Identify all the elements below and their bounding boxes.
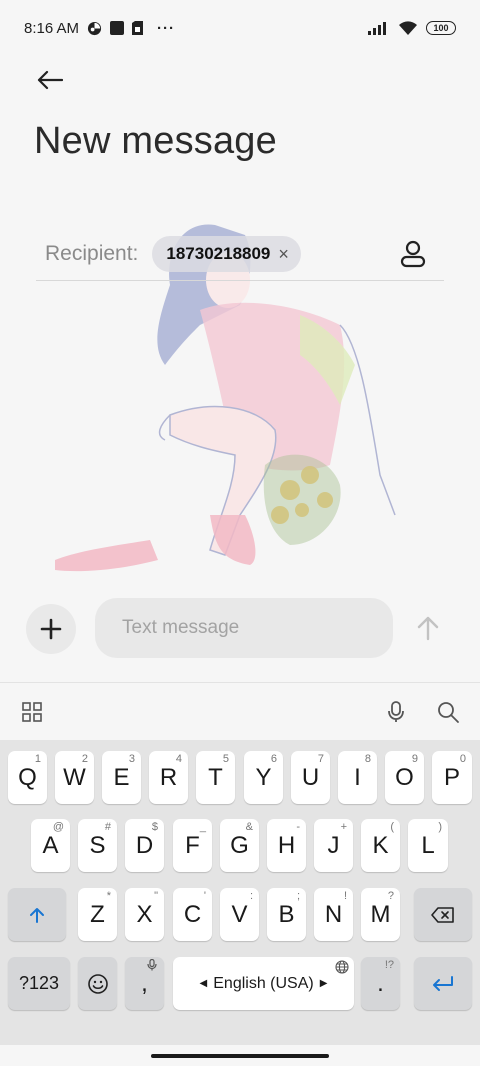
attach-button[interactable] — [26, 604, 76, 654]
compose-bar — [0, 596, 480, 662]
square-notification-icon — [110, 21, 125, 35]
arrow-left-icon — [37, 70, 63, 90]
text-message-input[interactable] — [95, 598, 393, 658]
key-g[interactable]: G & — [220, 819, 259, 872]
key-p[interactable]: P0 — [432, 751, 472, 804]
key-m[interactable]: M? — [361, 888, 400, 941]
send-button[interactable] — [410, 610, 446, 646]
key-n[interactable]: N! — [314, 888, 353, 941]
recipient-chip[interactable]: 18730218809 × — [152, 236, 301, 272]
keyboard-toolbar — [0, 682, 480, 740]
emoji-key[interactable] — [78, 957, 117, 1010]
battery-icon: 100 — [426, 21, 456, 35]
key-l[interactable]: L) — [408, 819, 448, 872]
key-w[interactable]: W2 — [55, 751, 94, 804]
key-i[interactable]: I8 — [338, 751, 377, 804]
key-f[interactable]: F _ — [173, 819, 212, 872]
keyboard: Q1 W2 E3 R4 T5 Y6 U7 I8 O9 P0 A @ S # D $ F… — [0, 740, 480, 1045]
key-h[interactable]: H- — [267, 819, 306, 872]
key-q[interactable]: Q1 — [8, 751, 47, 804]
select-contact-button[interactable] — [398, 239, 428, 269]
grid-icon — [22, 702, 42, 722]
key-s[interactable]: S # — [78, 819, 117, 872]
key-y[interactable]: Y6 — [244, 751, 283, 804]
key-o[interactable]: O9 — [385, 751, 424, 804]
smiley-icon — [87, 973, 108, 994]
key-z[interactable]: Z * — [78, 888, 117, 941]
more-notifications-indicator: ··· — [157, 19, 176, 37]
keyboard-menu-button[interactable] — [17, 697, 47, 727]
sim-card-icon — [132, 21, 144, 35]
key-r[interactable]: R4 — [149, 751, 188, 804]
space-key[interactable]: ◀ English (USA) ▶ — [173, 957, 354, 1010]
key-u[interactable]: U7 — [291, 751, 330, 804]
search-icon — [438, 702, 459, 723]
backspace-key[interactable] — [414, 888, 472, 941]
language-prev-icon: ◀ — [199, 978, 208, 989]
recipient-row: Recipient: 18730218809 × — [36, 228, 444, 281]
symbols-key[interactable]: ?123 — [8, 957, 70, 1010]
comma-key[interactable]: , — [125, 957, 164, 1010]
voice-input-button[interactable] — [381, 697, 411, 727]
recipient-label: Recipient: — [45, 242, 139, 265]
navigation-bar — [0, 1045, 480, 1066]
key-a[interactable]: A @ — [31, 819, 70, 872]
keyboard-search-button[interactable] — [433, 697, 463, 727]
page-title: New message — [34, 120, 277, 162]
status-bar: 8:16 AM ··· 100 — [0, 0, 480, 56]
mic-hint-icon — [147, 958, 157, 974]
key-e[interactable]: E3 — [102, 751, 141, 804]
language-next-icon: ▶ — [319, 978, 328, 989]
wifi-icon — [398, 20, 418, 36]
person-icon — [400, 240, 426, 268]
key-v[interactable]: V: — [220, 888, 259, 941]
microphone-icon — [388, 701, 404, 722]
home-indicator[interactable] — [151, 1054, 329, 1058]
shift-icon — [30, 907, 44, 923]
shift-key[interactable] — [8, 888, 66, 941]
backspace-icon — [431, 906, 454, 923]
status-time: 8:16 AM — [24, 19, 80, 37]
key-d[interactable]: D $ — [125, 819, 164, 872]
arrow-up-icon — [417, 616, 439, 641]
signal-icon — [368, 21, 390, 35]
globe-icon — [335, 960, 349, 977]
key-k[interactable]: K( — [361, 819, 400, 872]
plus-icon — [40, 618, 62, 640]
key-t[interactable]: T5 — [196, 751, 235, 804]
key-j[interactable]: J + — [314, 819, 353, 872]
enter-key[interactable] — [414, 957, 472, 1010]
app-notification-icon — [87, 21, 102, 36]
key-x[interactable]: X " — [125, 888, 164, 941]
recipient-chip-number: 18730218809 — [166, 244, 271, 263]
enter-icon — [433, 975, 453, 991]
period-key[interactable]: . !? — [361, 957, 400, 1010]
key-c[interactable]: C ' — [173, 888, 212, 941]
remove-recipient-icon[interactable]: × — [278, 245, 289, 263]
back-button[interactable] — [30, 60, 70, 100]
key-b[interactable]: B; — [267, 888, 306, 941]
